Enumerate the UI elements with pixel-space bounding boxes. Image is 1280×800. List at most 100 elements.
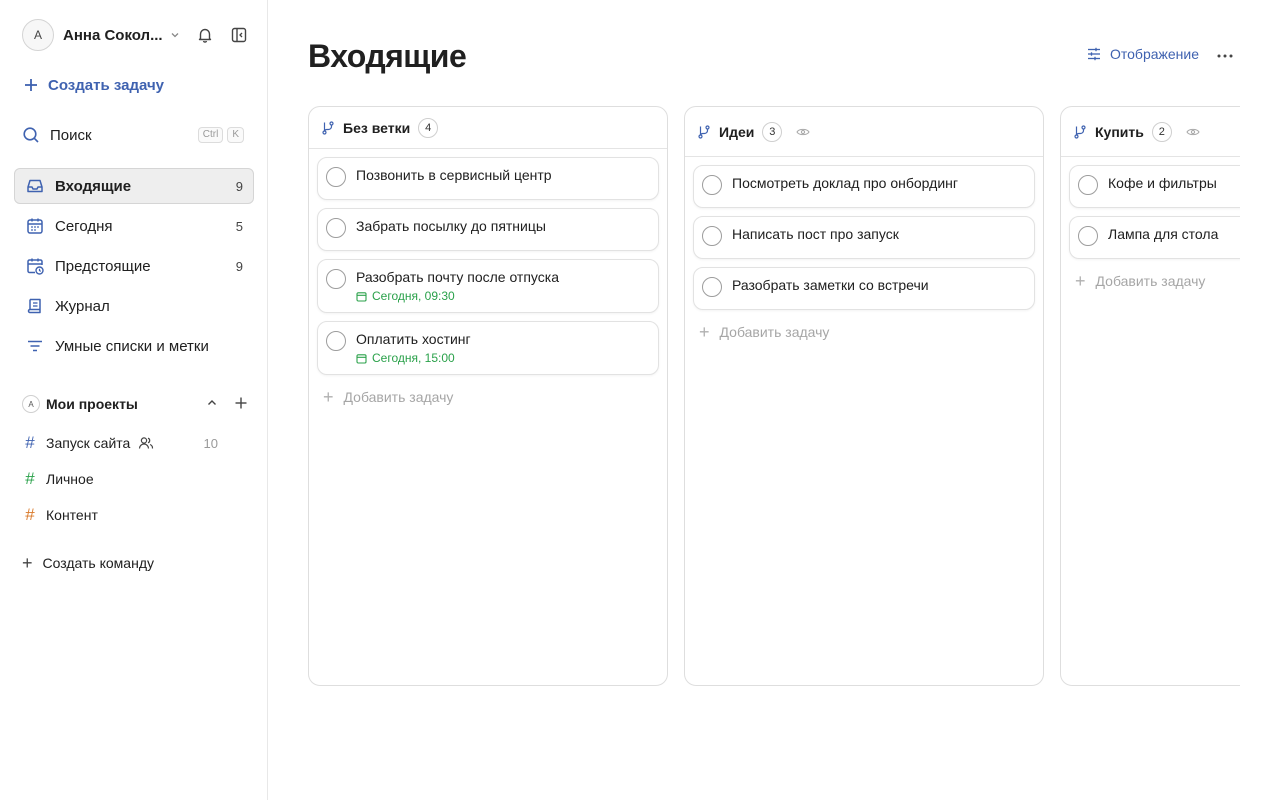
column-header[interactable]: Купить 2 (1061, 107, 1240, 157)
bell-icon[interactable] (194, 24, 216, 46)
sidebar-toggle-icon[interactable] (228, 24, 250, 46)
task-card[interactable]: Разобрать заметки со встречи (693, 267, 1035, 310)
task-list: Позвонить в сервисный центр Забрать посы… (309, 149, 667, 375)
column-title: Купить (1095, 123, 1144, 140)
task-checkbox[interactable] (326, 218, 346, 238)
create-team-label: Создать команду (42, 555, 154, 571)
plus-icon: + (1075, 271, 1086, 291)
add-task-button[interactable]: + Добавить задачу (685, 323, 1043, 341)
column-buy: Купить 2 Кофе и фильтры Лампа для стола … (1060, 106, 1240, 686)
search-button[interactable]: Поиск Ctrl K (22, 124, 244, 146)
task-checkbox[interactable] (702, 277, 722, 297)
task-card[interactable]: Позвонить в сервисный центр (317, 157, 659, 200)
add-task-button[interactable]: + Добавить задачу (309, 387, 667, 407)
task-list: Посмотреть доклад про онбординг Написать… (685, 157, 1043, 310)
project-item-personal[interactable]: # Личное (22, 468, 218, 490)
project-count: 10 (203, 435, 218, 451)
task-checkbox[interactable] (326, 331, 346, 351)
column-count-badge: 2 (1151, 121, 1172, 142)
task-checkbox[interactable] (702, 175, 722, 195)
user-menu[interactable]: А Анна Сокол... (22, 18, 252, 52)
kbd-ctrl: Ctrl (197, 127, 224, 143)
calendar-icon (356, 353, 367, 364)
column-ideas: Идеи 3 Посмотреть доклад про онбординг Н… (684, 106, 1044, 686)
task-card[interactable]: Кофе и фильтры (1069, 165, 1240, 208)
search-shortcut: Ctrl K (197, 127, 244, 143)
nav-count: 9 (235, 258, 243, 274)
hash-icon: # (25, 469, 35, 488)
column-header[interactable]: Идеи 3 (685, 107, 1043, 157)
task-card[interactable]: Оплатить хостинг Сегодня, 15:00 (317, 321, 659, 375)
eye-icon[interactable] (796, 127, 810, 137)
task-title: Разобрать заметки со встречи (732, 277, 929, 293)
nav-item-journal[interactable]: Журнал (14, 288, 254, 324)
nav-label: Сегодня (55, 217, 113, 235)
journal-icon (25, 296, 45, 316)
task-checkbox[interactable] (326, 269, 346, 289)
task-due-date: Сегодня, 09:30 (356, 289, 648, 303)
more-icon[interactable] (1214, 46, 1236, 66)
task-checkbox[interactable] (1078, 226, 1098, 246)
nav-item-today[interactable]: Сегодня 5 (14, 208, 254, 244)
task-title: Забрать посылку до пятницы (356, 218, 546, 234)
task-title: Оплатить хостинг (356, 331, 471, 347)
add-project-icon[interactable] (234, 396, 248, 413)
my-projects-header[interactable]: А Мои проекты (22, 393, 248, 415)
task-checkbox[interactable] (1078, 175, 1098, 195)
task-card[interactable]: Разобрать почту после отпуска Сегодня, 0… (317, 259, 659, 313)
task-card[interactable]: Написать пост про запуск (693, 216, 1035, 259)
nav-count: 9 (235, 178, 243, 194)
plus-icon: + (323, 387, 334, 407)
view-options-button[interactable]: Отображение (1086, 46, 1199, 62)
task-checkbox[interactable] (326, 167, 346, 187)
page-title: Входящие (308, 38, 467, 74)
plus-icon: + (22, 553, 33, 573)
create-team-button[interactable]: + Создать команду (22, 553, 154, 573)
inbox-icon (25, 176, 45, 196)
calendar-icon (356, 291, 367, 302)
nav-count: 5 (235, 218, 243, 234)
people-icon (138, 436, 154, 450)
task-title: Позвонить в сервисный центр (356, 167, 552, 183)
nav-item-upcoming[interactable]: Предстоящие 9 (14, 248, 254, 284)
column-count-badge: 4 (418, 117, 439, 138)
project-item-site-launch[interactable]: # Запуск сайта 10 (22, 432, 218, 454)
add-task-button[interactable]: + Добавить задачу (1061, 271, 1240, 291)
task-card[interactable]: Лампа для стола (1069, 216, 1240, 259)
sliders-icon (1088, 47, 1100, 61)
avatar: А (22, 395, 40, 413)
project-label: Контент (46, 507, 98, 523)
task-card[interactable]: Посмотреть доклад про онбординг (693, 165, 1035, 208)
nav-item-inbox[interactable]: Входящие 9 (14, 168, 254, 204)
eye-icon[interactable] (1186, 127, 1200, 137)
sidebar: А Анна Сокол... Создать задачу Поиск Ctr… (0, 0, 268, 800)
project-item-content[interactable]: # Контент (22, 504, 218, 526)
task-due-date: Сегодня, 15:00 (356, 351, 648, 365)
project-label: Запуск сайта (46, 435, 131, 451)
due-text: Сегодня, 15:00 (372, 351, 455, 365)
calendar-icon (25, 216, 45, 236)
kbd-k: K (227, 127, 244, 143)
task-title: Лампа для стола (1108, 226, 1219, 242)
projects-list: # Запуск сайта 10 # Личное # Контент (22, 432, 218, 540)
chevron-up-icon[interactable] (206, 396, 218, 412)
user-name: Анна Сокол... (63, 26, 163, 44)
task-card[interactable]: Забрать посылку до пятницы (317, 208, 659, 251)
search-icon (23, 127, 39, 143)
branch-icon (697, 124, 711, 139)
task-title: Разобрать почту после отпуска (356, 269, 559, 285)
column-header[interactable]: Без ветки 4 (309, 107, 667, 149)
task-list: Кофе и фильтры Лампа для стола (1061, 157, 1240, 259)
task-title: Кофе и фильтры (1108, 175, 1217, 191)
create-task-label: Создать задачу (48, 76, 164, 94)
main-nav: Входящие 9 Сегодня 5 Предстоящие 9 Журна… (14, 168, 254, 368)
view-options-label: Отображение (1110, 46, 1200, 62)
nav-item-smart-lists[interactable]: Умные списки и метки (14, 328, 254, 364)
task-checkbox[interactable] (702, 226, 722, 246)
add-task-label: Добавить задачу (719, 324, 830, 340)
nav-label: Журнал (55, 297, 110, 315)
task-title: Написать пост про запуск (732, 226, 899, 242)
add-task-label: Добавить задачу (343, 389, 454, 405)
my-projects-label: Мои проекты (46, 396, 138, 412)
create-task-button[interactable]: Создать задачу (22, 76, 164, 94)
